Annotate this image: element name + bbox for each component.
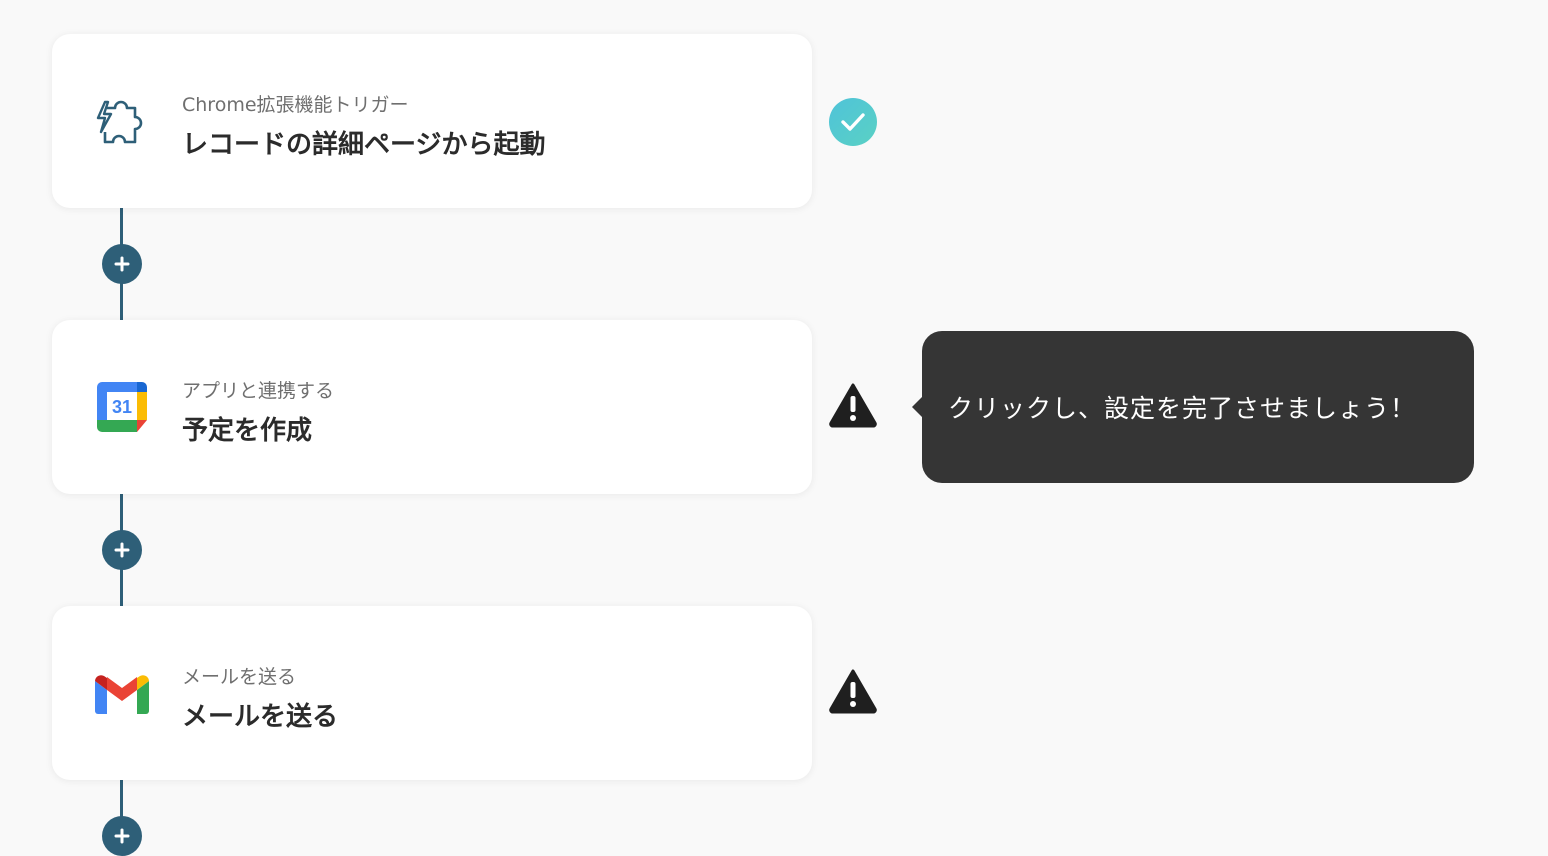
step-subtitle: アプリと連携する xyxy=(182,380,335,402)
step-card-calendar[interactable]: 31 アプリと連携する 予定を作成 xyxy=(52,320,812,494)
step-subtitle: Chrome拡張機能トリガー xyxy=(182,94,409,116)
status-warning xyxy=(828,380,878,430)
tooltip-arrow xyxy=(912,397,922,417)
warning-icon xyxy=(829,669,877,714)
google-calendar-icon: 31 xyxy=(92,380,152,434)
status-complete xyxy=(828,97,878,147)
step-title: メールを送る xyxy=(182,702,339,732)
plus-icon xyxy=(114,542,130,558)
step-card-gmail[interactable]: メールを送る メールを送る xyxy=(52,606,812,780)
tooltip-text: クリックし、設定を完了させましょう！ xyxy=(948,394,1417,423)
warning-icon xyxy=(829,383,877,428)
add-step-button[interactable] xyxy=(102,530,142,570)
setup-tooltip: クリックし、設定を完了させましょう！ xyxy=(912,331,1474,483)
svg-text:31: 31 xyxy=(112,397,132,417)
plus-icon xyxy=(114,256,130,272)
status-warning xyxy=(828,666,878,716)
step-title: レコードの詳細ページから起動 xyxy=(182,130,546,160)
puzzle-lightning-icon xyxy=(92,94,152,148)
step-title: 予定を作成 xyxy=(182,416,313,446)
plus-icon xyxy=(114,828,130,844)
check-circle-icon xyxy=(829,98,877,146)
step-subtitle: メールを送る xyxy=(182,666,297,688)
add-step-button[interactable] xyxy=(102,816,142,856)
add-step-button[interactable] xyxy=(102,244,142,284)
gmail-icon xyxy=(92,666,152,720)
step-card-trigger[interactable]: Chrome拡張機能トリガー レコードの詳細ページから起動 xyxy=(52,34,812,208)
